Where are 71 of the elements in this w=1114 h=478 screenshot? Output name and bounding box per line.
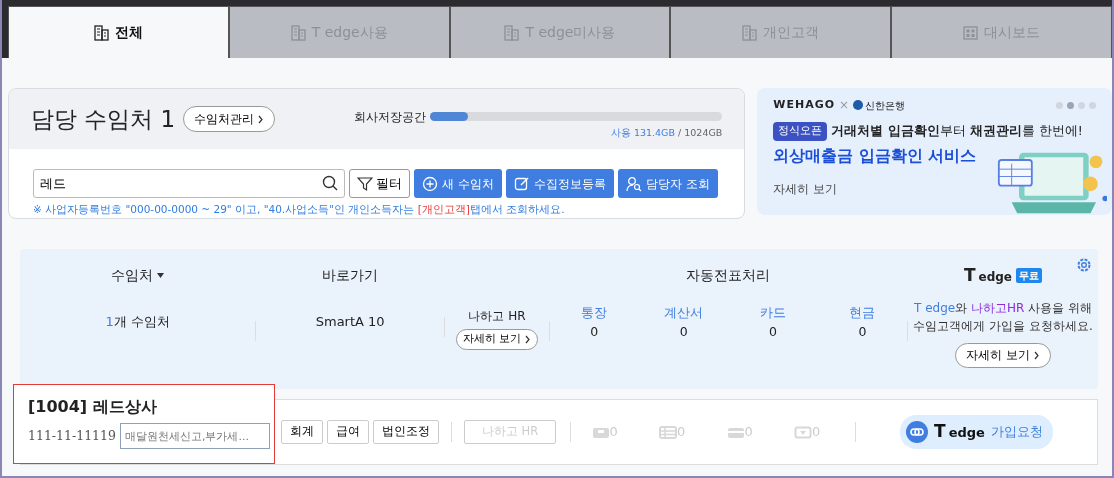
search-field[interactable]: 레드 (33, 169, 345, 198)
plus-icon (422, 175, 438, 192)
shortcut-button[interactable]: 법인조정 (373, 420, 439, 444)
person-search-icon (625, 175, 642, 192)
stat-value: 0 (678, 322, 689, 341)
caret-icon[interactable] (157, 273, 165, 278)
notice-text: ※ 사업자등록번호 "000-00-0000 ~ 29" 이고, "40.사업소득"인 개인소득자는 [개인고객]탭에서 조회하세요. (33, 202, 566, 217)
open-badge: 정식오픈 (773, 122, 828, 141)
carousel-dot[interactable] (1067, 101, 1074, 109)
device-icon (591, 425, 610, 439)
tedge-logo: T edge (963, 264, 1012, 287)
stat-label: 통장 (580, 304, 609, 322)
stat-value: 0 (857, 322, 868, 341)
more-button[interactable]: 자세히 보기 (955, 342, 1051, 368)
tab[interactable]: 전체 (8, 6, 229, 58)
join-request-button[interactable]: T edge 가입요청 (900, 415, 1053, 449)
filter-button[interactable]: 필터 (349, 169, 410, 198)
client-count: 1개 수임처 (105, 313, 170, 331)
shortcut-button[interactable]: 회계 (281, 420, 323, 444)
client-name: [1004] 레드상사 (28, 396, 158, 418)
stat-label: 카드 (759, 304, 787, 322)
link-icon (906, 421, 929, 443)
building-icon (742, 24, 758, 41)
bank-logo-icon (853, 100, 864, 110)
carousel-dot[interactable] (1056, 101, 1063, 109)
chevron-right-icon (1033, 350, 1040, 360)
settings-icon[interactable] (1076, 257, 1092, 273)
chevron-right-icon (258, 114, 265, 124)
promo-banner[interactable]: WEHAGO × 신한은행 정식오픈 거래처별 입금확인부터 채권관리를 한번에! 외상매출금 입금확인 서비스 자세히 보기 (757, 88, 1112, 215)
action-button[interactable]: 담당자 조회 (617, 169, 718, 198)
action-button[interactable]: 수집정보등록 (505, 169, 614, 198)
storage-label: 회사저장공간 (354, 108, 427, 126)
grid-icon (963, 24, 979, 41)
free-badge: 무료 (1016, 268, 1042, 284)
carousel-dot[interactable] (1078, 101, 1085, 109)
stat-label: 현금 (848, 304, 877, 322)
building-icon (93, 24, 109, 41)
building-icon (290, 24, 306, 41)
stat-value: 0 (589, 322, 600, 341)
more-link[interactable]: 자세히 보기 (773, 179, 838, 198)
separator-mark: × (839, 97, 850, 114)
banner-headline: 거래처별 입금확인부터 채권관리를 한번에! (831, 122, 1083, 140)
building-icon (504, 24, 520, 41)
shortcut-button[interactable]: 급여 (327, 420, 369, 444)
carousel-dot[interactable] (1089, 101, 1096, 109)
stat-label: 계산서 (663, 304, 705, 322)
cash-icon (794, 425, 813, 439)
business-number: 111-11-11119 (28, 426, 116, 445)
storage-total: / 1024GB (678, 126, 723, 138)
column-header[interactable]: 수임처 (111, 265, 154, 286)
brand-logo: WEHAGO (773, 96, 836, 113)
storage-used: 사용 131.4GB (610, 126, 675, 138)
filter-icon (357, 175, 373, 192)
tedge-message: T edge와 나하고HR 사용을 위해 수임고객에게 가입을 요청하세요. (912, 299, 1094, 335)
chevron-right-icon (525, 334, 532, 344)
more-button[interactable]: 자세히 보기 (455, 329, 539, 350)
manage-button[interactable]: 수임처관리 (183, 106, 276, 132)
shortcut-label: SmartA 10 (314, 313, 386, 331)
column-header: 바로가기 (321, 266, 380, 285)
edit-icon (513, 175, 530, 192)
banner-title: 외상매출금 입금확인 서비스 (773, 144, 978, 167)
search-icon (322, 175, 338, 191)
card-icon (726, 425, 745, 439)
table-icon (659, 425, 678, 439)
column-header: 자동전표처리 (685, 266, 772, 285)
stat-value: 0 (768, 322, 778, 341)
partner-logo: 신한은행 (865, 98, 906, 113)
memo-field[interactable]: 매달원천세신고,부가세... (120, 423, 270, 449)
hr-label: 나하고 HR (467, 308, 527, 325)
action-button[interactable]: 새 수임처 (414, 169, 502, 198)
section-title: 담당 수임처 1 (31, 104, 176, 134)
